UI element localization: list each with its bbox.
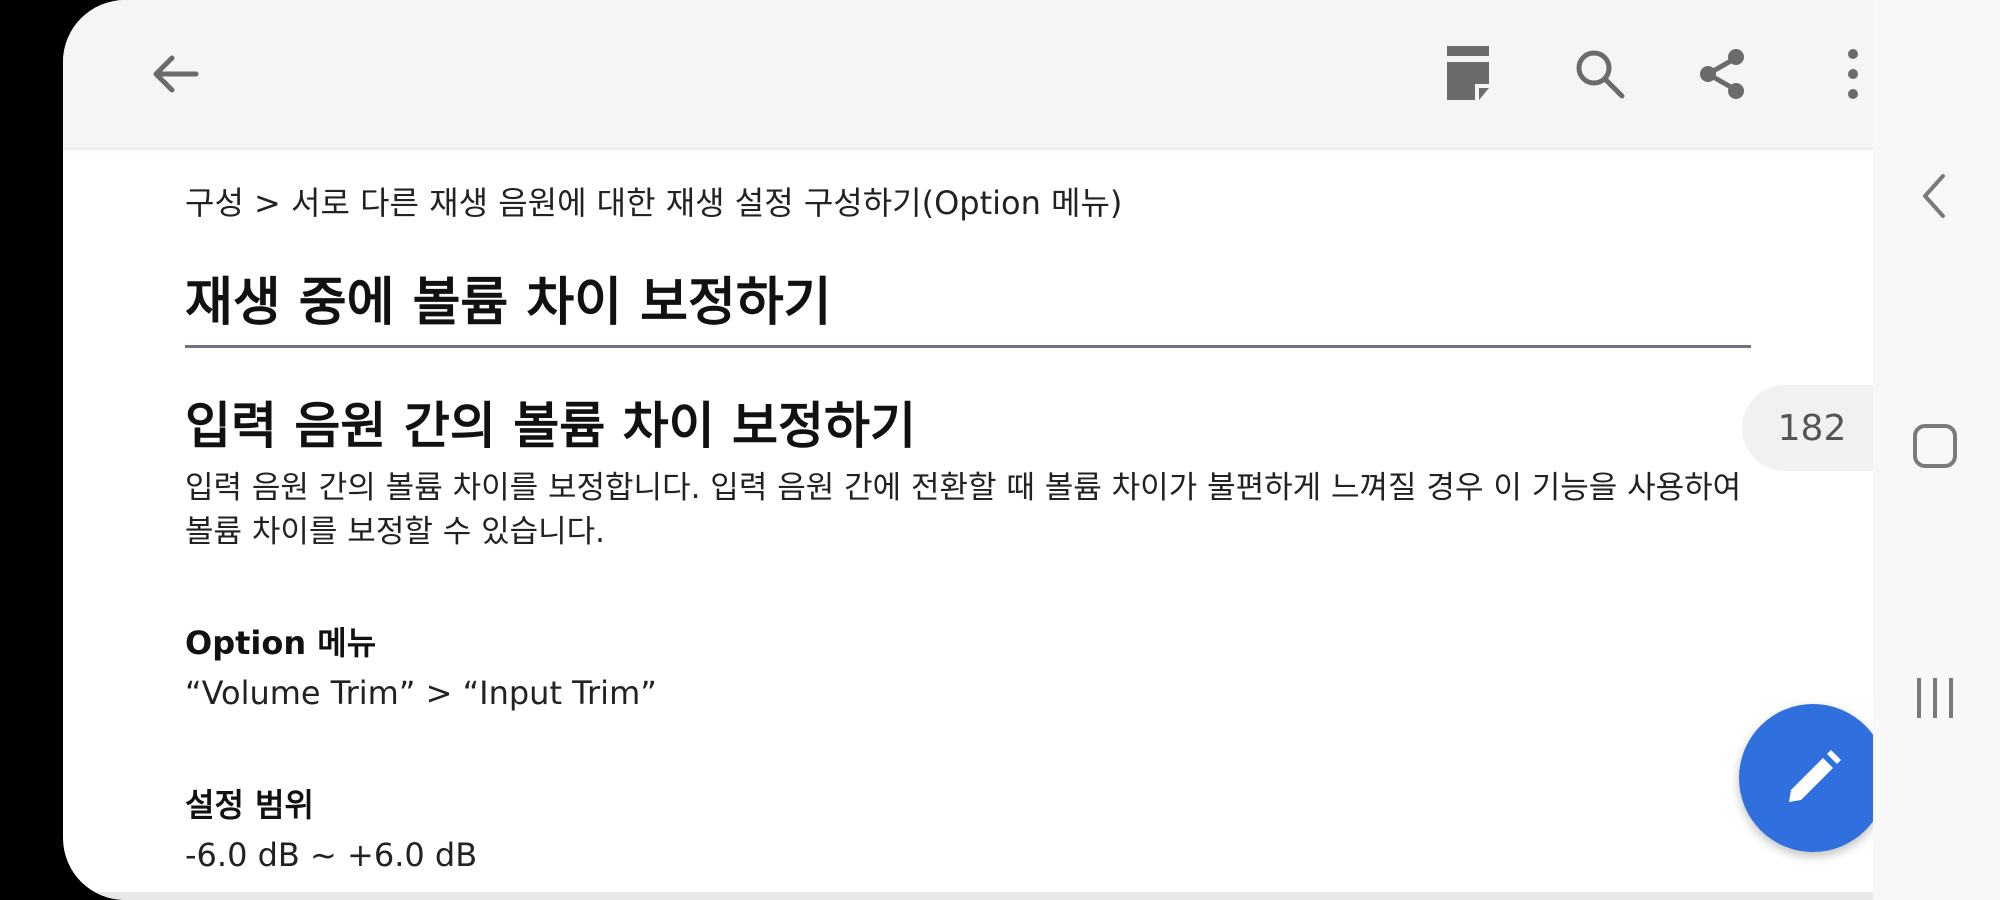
section-title: 입력 음원 간의 볼륨 차이 보정하기	[185, 397, 917, 455]
option-menu-label: Option 메뉴	[185, 624, 377, 662]
search-button[interactable]	[1560, 34, 1640, 114]
share-icon	[1700, 49, 1744, 99]
system-nav-bar	[1873, 0, 2000, 900]
more-vert-icon	[1848, 49, 1858, 99]
bookmark-button[interactable]	[1429, 34, 1509, 114]
option-menu-value: “Volume Trim” > “Input Trim”	[185, 674, 657, 712]
arrow-left-icon	[153, 55, 199, 93]
nav-home-button[interactable]	[1895, 406, 1975, 486]
share-button[interactable]	[1682, 34, 1762, 114]
bookmark-icon	[1447, 46, 1489, 100]
back-button[interactable]	[136, 34, 216, 114]
pencil-icon	[1789, 750, 1841, 802]
setting-range-value: -6.0 dB ~ +6.0 dB	[185, 836, 478, 874]
section-description: 입력 음원 간의 볼륨 차이를 보정합니다. 입력 음원 간에 전환할 때 볼륨…	[185, 470, 1742, 550]
app-bar	[63, 0, 1873, 149]
page-title: 재생 중에 볼륨 차이 보정하기	[185, 260, 1751, 348]
rounded-square-icon	[1913, 424, 1957, 468]
page-number-badge[interactable]: 182	[1742, 385, 1882, 471]
three-bars-icon	[1917, 678, 1953, 718]
app-screen: 구성 > 서로 다른 재생 음원에 대한 재생 설정 구성하기(Option 메…	[63, 0, 1873, 900]
nav-back-button[interactable]	[1895, 156, 1975, 236]
bottom-edge	[63, 892, 1873, 900]
search-icon	[1576, 50, 1625, 99]
chevron-left-icon	[1923, 174, 1945, 218]
setting-range-label: 설정 범위	[185, 786, 314, 824]
document-content: 구성 > 서로 다른 재생 음원에 대한 재생 설정 구성하기(Option 메…	[63, 148, 1873, 900]
more-options-button[interactable]	[1813, 34, 1873, 114]
breadcrumb[interactable]: 구성 > 서로 다른 재생 음원에 대한 재생 설정 구성하기(Option 메…	[185, 178, 1122, 224]
nav-recents-button[interactable]	[1895, 658, 1975, 738]
